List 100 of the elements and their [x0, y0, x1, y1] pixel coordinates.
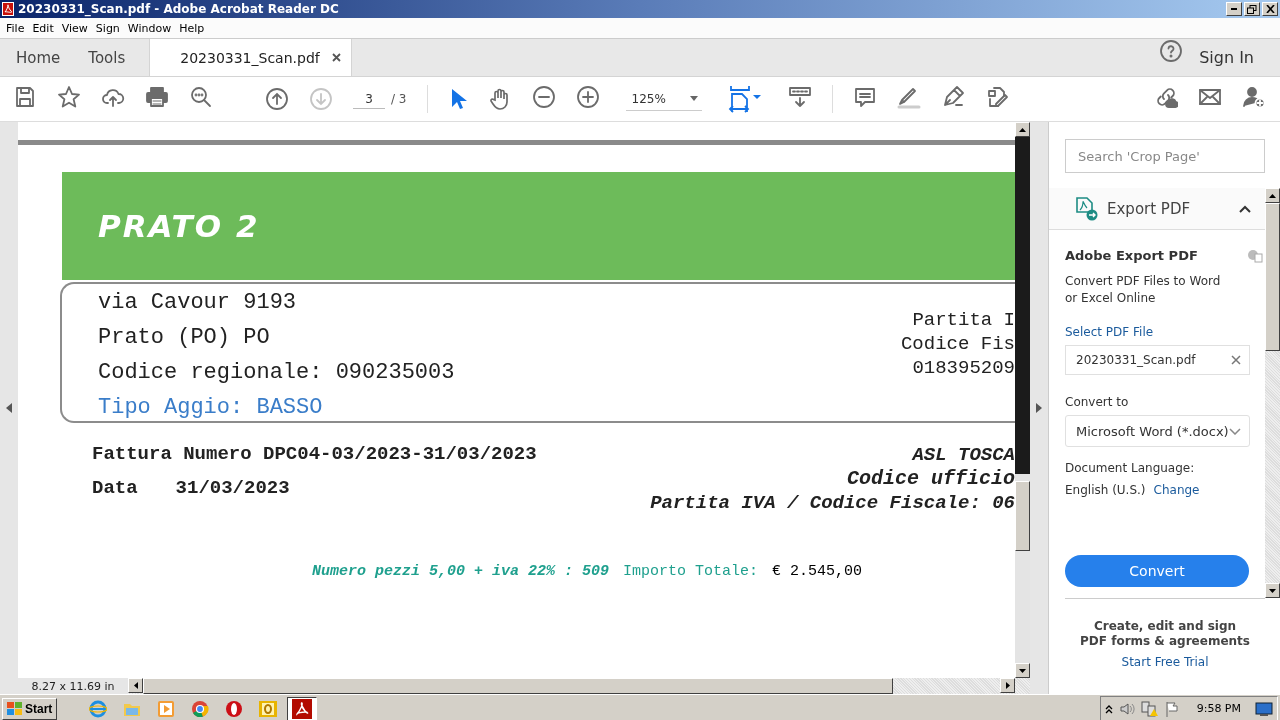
select-file-link[interactable]: Select PDF File	[1065, 325, 1265, 339]
zoom-search-icon[interactable]	[189, 85, 213, 109]
chevron-down-icon	[1229, 427, 1241, 435]
arrow-up-icon	[1019, 127, 1026, 132]
export-pdf-header[interactable]: Export PDF	[1049, 188, 1265, 229]
zoom-out-icon[interactable]	[531, 85, 556, 109]
arrow-down-icon	[1019, 668, 1026, 673]
scroll-right-button[interactable]	[1000, 678, 1015, 693]
speaker-icon[interactable]	[1118, 700, 1135, 717]
arrow-up-circle-icon[interactable]	[265, 87, 289, 111]
search-field[interactable]: Search 'Crop Page'	[1065, 139, 1265, 173]
zoom-in-icon[interactable]	[575, 85, 600, 109]
arrow-right-icon	[1005, 682, 1010, 689]
restore-icon	[1247, 4, 1257, 14]
fit-page-icon[interactable]	[727, 85, 762, 113]
zoom-dropdown[interactable]: 125%	[625, 87, 702, 111]
globe-icon	[89, 699, 108, 718]
menu-item[interactable]: Window	[123, 21, 176, 35]
vat-line: Partita I	[912, 308, 1015, 332]
pdf-app-icon	[2, 2, 14, 16]
language-label: Document Language:	[1065, 461, 1196, 475]
clear-icon[interactable]	[1231, 355, 1241, 365]
scroll-up-button[interactable]	[1015, 122, 1030, 137]
menu-item[interactable]: Sign	[91, 21, 124, 35]
change-link[interactable]: Change	[1153, 483, 1200, 497]
promo-text: Create, edit and sign PDF forms & agreements	[1080, 619, 1250, 649]
arrow-down-icon	[1269, 588, 1276, 593]
comment-icon[interactable]	[852, 85, 877, 109]
recipient-line: Partita IVA / Codice Fiscale: 06	[650, 491, 1015, 515]
scroll-left-button[interactable]	[128, 678, 143, 693]
total-label: Importo Totale:	[623, 563, 759, 580]
vat-line: 018395209	[912, 356, 1015, 380]
menu-item[interactable]: Edit	[28, 21, 58, 35]
export-heading: Adobe Export PDF	[1065, 248, 1198, 263]
help-icon[interactable]	[1159, 39, 1184, 63]
scrollbar-thumb[interactable]	[143, 678, 893, 694]
caret-icon	[689, 96, 698, 101]
format-dropdown[interactable]: Microsoft Word (*.docx)	[1065, 415, 1250, 447]
scrollbar-thumb[interactable]	[1265, 203, 1280, 351]
print-icon[interactable]	[145, 85, 169, 109]
minimize-button[interactable]	[1226, 2, 1242, 16]
date-label: Data	[92, 477, 138, 499]
close-icon	[1265, 5, 1275, 13]
menu-item[interactable]: Help	[175, 21, 209, 35]
expand-right-icon[interactable]	[1036, 403, 1042, 413]
pdf-app-icon	[291, 698, 314, 719]
pieces-text: Numero pezzi 5,00 + iva 22% : 509	[312, 563, 610, 580]
desktop-icon[interactable]	[1255, 700, 1273, 717]
tab[interactable]: 20230331_Scan.pdf	[149, 39, 352, 76]
save-icon[interactable]	[13, 85, 37, 109]
minimize-icon	[1231, 8, 1237, 10]
arrow-left-icon	[133, 682, 138, 689]
page-size-text: 8.27 x 11.69 in	[18, 678, 128, 694]
sign-in-link[interactable]: Sign In	[1183, 39, 1280, 76]
free-trial-link[interactable]: Start Free Trial	[1121, 655, 1209, 669]
export-pdf-icon	[1075, 196, 1099, 221]
start-button[interactable]: Start	[2, 697, 58, 720]
highlighter-icon[interactable]	[896, 85, 921, 109]
taskbar-app[interactable]	[287, 696, 318, 720]
star-icon[interactable]	[57, 85, 81, 109]
convert-to-label: Convert to	[1065, 395, 1130, 409]
language-value: English (U.S.)	[1065, 483, 1146, 497]
link-cloud-icon[interactable]	[1154, 85, 1178, 109]
menu-item[interactable]: View	[57, 21, 92, 35]
invoice-date: 31/03/2023	[175, 477, 290, 499]
file-field[interactable]: 20230331_Scan.pdf	[1065, 345, 1250, 375]
chevron-up-icon[interactable]	[1104, 703, 1113, 714]
address-line: via Cavour 9193	[98, 289, 298, 317]
add-user-icon[interactable]	[1242, 85, 1266, 109]
convert-button[interactable]: Convert	[1065, 555, 1249, 587]
arrow-up-icon	[1269, 193, 1276, 198]
scrollbar-thumb[interactable]	[1015, 481, 1030, 551]
scroll-mode-icon[interactable]	[787, 85, 812, 109]
menu-item[interactable]: File	[2, 21, 29, 35]
close-icon[interactable]	[331, 53, 341, 62]
tab[interactable]: Tools	[74, 39, 140, 76]
close-button[interactable]	[1262, 2, 1278, 16]
tipo-aggio-text: Tipo Aggio: BASSO	[98, 394, 324, 422]
page-number-field[interactable]: 3	[353, 89, 385, 109]
recipient-line: Codice ufficio	[846, 467, 1015, 491]
total-amount: € 2.545,00	[772, 563, 863, 580]
flag-icon[interactable]	[1164, 700, 1181, 717]
address-line: Prato (PO) PO	[98, 324, 271, 352]
expand-left-icon[interactable]	[6, 403, 12, 413]
clock: 9:58 PM	[1196, 702, 1241, 715]
export-description: Convert PDF Files to Word or Excel Online	[1065, 273, 1222, 307]
window-title: 20230331_Scan.pdf - Adobe Acrobat Reader DC	[18, 2, 340, 16]
scroll-down-button[interactable]	[1015, 663, 1030, 678]
scroll-up-button[interactable]	[1265, 188, 1280, 203]
mail-app-icon	[258, 699, 279, 718]
windows-logo-icon	[7, 701, 23, 716]
chevron-icon	[1239, 204, 1251, 213]
invoice-number: Fattura Numero DPC04-03/2023-31/03/2023	[92, 443, 537, 465]
recipient-line: ASL TOSCA	[912, 443, 1015, 467]
vat-line: Codice Fis	[900, 332, 1015, 356]
scroll-down-button[interactable]	[1265, 583, 1280, 598]
restore-button[interactable]	[1244, 2, 1260, 16]
network-warning-icon[interactable]	[1140, 700, 1159, 717]
tab[interactable]: Home	[0, 39, 75, 76]
banner-title: PRATO 2	[98, 208, 260, 244]
